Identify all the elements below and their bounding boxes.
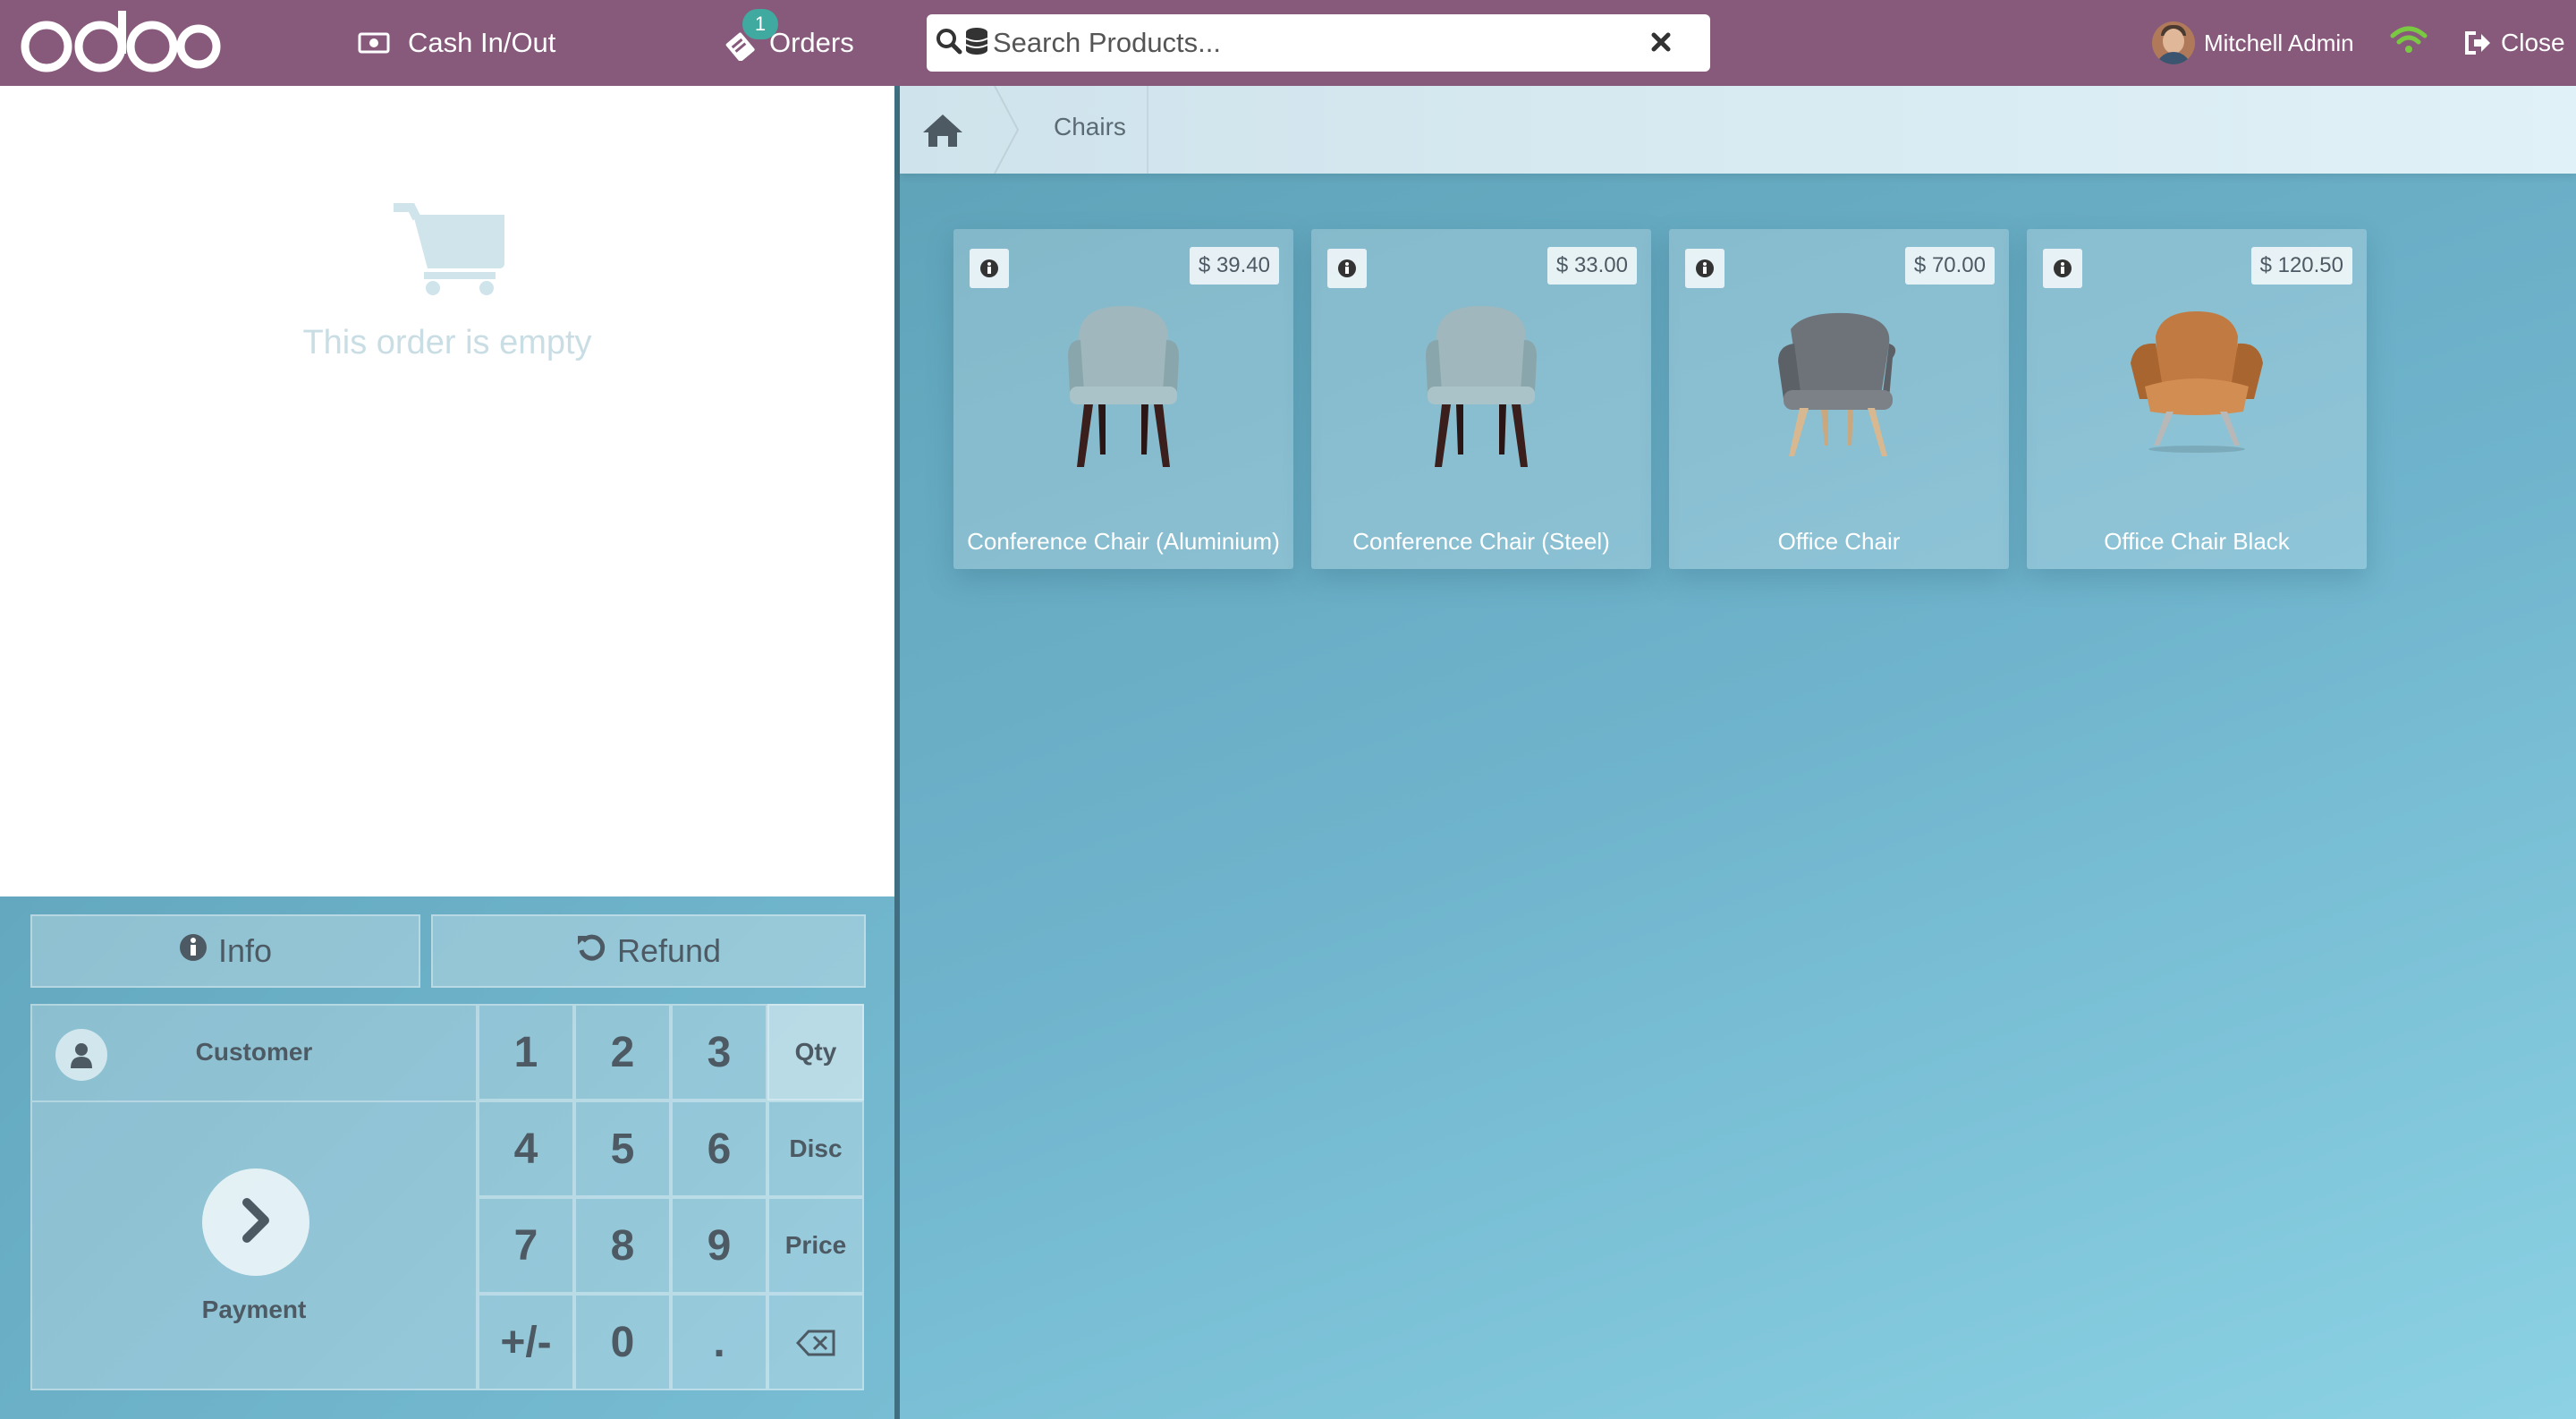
cart-icon xyxy=(394,202,504,300)
disc-mode-button[interactable]: Disc xyxy=(767,1100,864,1197)
search-icon xyxy=(936,28,962,59)
product-price: $ 70.00 xyxy=(1904,247,1995,285)
avatar xyxy=(2152,21,2195,64)
money-icon xyxy=(358,30,390,55)
numpad-key-1[interactable]: 1 xyxy=(478,1004,574,1100)
numpad-key-2[interactable]: 2 xyxy=(574,1004,671,1100)
numpad-key-8[interactable]: 8 xyxy=(574,1197,671,1294)
undo-icon xyxy=(576,932,606,971)
info-icon xyxy=(179,932,208,970)
search-input[interactable] xyxy=(993,27,1619,59)
refund-button[interactable]: Refund xyxy=(431,914,866,988)
product-name: Office Chair xyxy=(1777,528,1901,555)
info-label: Info xyxy=(217,932,273,969)
action-pad: Customer Payment xyxy=(30,1004,478,1390)
product-screen: Chairs $ 39.40 Conference Chair (Alumini… xyxy=(900,85,2576,1419)
info-icon[interactable] xyxy=(1685,249,1724,288)
payment-label: Payment xyxy=(201,1296,307,1323)
customer-label: Customer xyxy=(195,1038,313,1066)
cash-in-out-button[interactable]: Cash In/Out xyxy=(358,0,555,86)
product-name: Office Chair Black xyxy=(2104,528,2290,555)
info-icon[interactable] xyxy=(1327,249,1367,288)
refund-label: Refund xyxy=(616,932,722,969)
orders-label: Orders xyxy=(769,27,854,58)
product-price: $ 39.40 xyxy=(1189,247,1279,285)
wifi-icon[interactable] xyxy=(2390,25,2428,60)
numpad-key-3[interactable]: 3 xyxy=(671,1004,767,1100)
numpad-key-0[interactable]: 0 xyxy=(574,1294,671,1390)
product-image xyxy=(1401,293,1562,472)
product-price: $ 33.00 xyxy=(1546,247,1637,285)
user-name: Mitchell Admin xyxy=(2204,29,2354,56)
info-icon[interactable] xyxy=(970,249,1009,288)
numpad-key-4[interactable]: 4 xyxy=(478,1100,574,1197)
info-icon[interactable] xyxy=(2043,249,2082,288)
orders-icon: 1 xyxy=(724,9,778,61)
product-name: Conference Chair (Steel) xyxy=(1352,528,1610,555)
product-card[interactable]: $ 33.00 Conference Chair (Steel) xyxy=(1311,229,1651,569)
chevron-right-icon xyxy=(238,1195,274,1250)
numpad-key-9[interactable]: 9 xyxy=(671,1197,767,1294)
product-card[interactable]: $ 70.00 Office Chair xyxy=(1669,229,2009,569)
orders-button[interactable]: 1 Orders xyxy=(724,0,854,86)
qty-mode-button[interactable]: Qty xyxy=(767,1004,864,1100)
product-card[interactable]: $ 120.50 Office Chair Black xyxy=(2027,229,2367,569)
empty-order-message: This order is empty xyxy=(302,324,592,361)
close-label: Close xyxy=(2501,29,2565,56)
close-button[interactable]: Close xyxy=(2463,0,2565,86)
home-icon[interactable] xyxy=(921,113,964,153)
user-menu[interactable]: Mitchell Admin xyxy=(2152,0,2354,86)
customer-button[interactable]: Customer xyxy=(32,1006,476,1102)
barcode-icon xyxy=(964,27,989,60)
backspace-icon xyxy=(795,1318,835,1367)
breadcrumb-category[interactable]: Chairs xyxy=(1054,113,1126,141)
product-price: $ 120.50 xyxy=(2250,247,2352,285)
top-bar: Cash In/Out 1 Orders Mitchell Admin xyxy=(0,0,2576,86)
product-image xyxy=(1043,293,1204,472)
numpad-key-6[interactable]: 6 xyxy=(671,1100,767,1197)
price-mode-button[interactable]: Price xyxy=(767,1197,864,1294)
product-name: Conference Chair (Aluminium) xyxy=(967,528,1280,555)
clear-icon[interactable] xyxy=(1649,30,1673,58)
orders-count-badge: 1 xyxy=(742,9,778,39)
control-pad: Info Refund Customer Payment 1 2 3 Qty 4… xyxy=(0,896,894,1419)
cash-in-out-label: Cash In/Out xyxy=(408,27,556,58)
backspace-button[interactable] xyxy=(767,1294,864,1390)
product-image xyxy=(1758,293,1919,472)
numpad-key-sign[interactable]: +/- xyxy=(478,1294,574,1390)
payment-button[interactable] xyxy=(202,1168,309,1276)
info-button[interactable]: Info xyxy=(30,914,420,988)
odoo-logo xyxy=(16,7,222,83)
numpad-key-7[interactable]: 7 xyxy=(478,1197,574,1294)
product-card[interactable]: $ 39.40 Conference Chair (Aluminium) xyxy=(953,229,1293,569)
numpad-key-dot[interactable]: . xyxy=(671,1294,767,1390)
search-bar xyxy=(927,14,1710,72)
sign-out-icon xyxy=(2463,30,2492,56)
numpad-key-5[interactable]: 5 xyxy=(574,1100,671,1197)
breadcrumb-separator xyxy=(993,85,1020,178)
product-image xyxy=(2116,293,2277,472)
breadcrumb: Chairs xyxy=(900,85,2576,174)
